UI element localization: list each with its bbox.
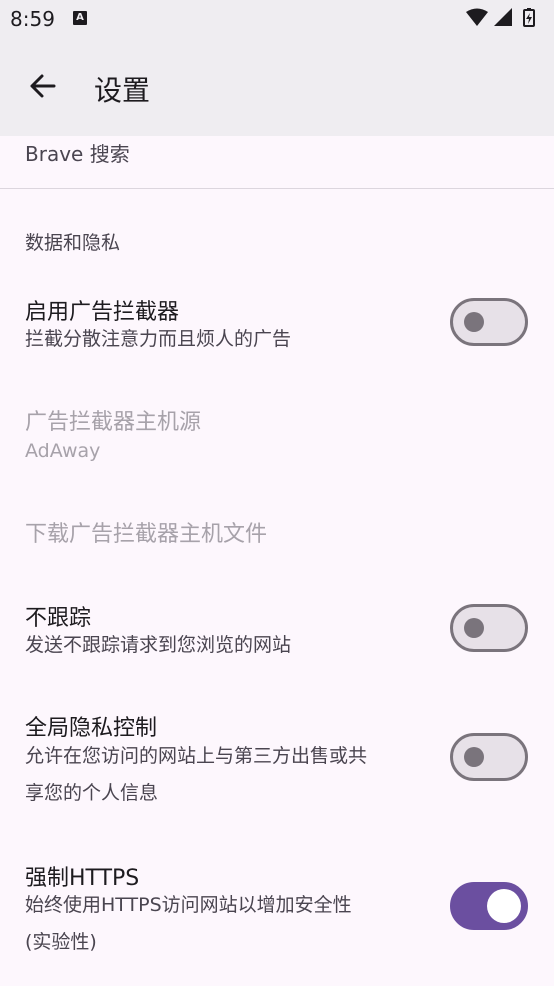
wifi-icon — [466, 8, 488, 26]
section-header-privacy: 数据和隐私 — [25, 232, 121, 254]
global-privacy-control-subtitle-line2: 享您的个人信息 — [25, 782, 159, 804]
ad-blocker-hosts-subtitle: AdAway — [25, 440, 101, 462]
force-https-subtitle-line2: (实验性) — [25, 931, 97, 953]
arrow-left-icon — [30, 74, 56, 98]
settings-list: Brave 搜索 数据和隐私 启用广告拦截器 拦截分散注意力而且烦人的广告 广告… — [0, 136, 554, 986]
toggle-knob — [464, 618, 484, 638]
do-not-track-toggle[interactable] — [450, 604, 528, 652]
battery-icon — [523, 8, 535, 27]
status-icons — [466, 8, 535, 27]
toggle-knob — [464, 312, 484, 332]
page-title: 设置 — [94, 74, 151, 107]
search-engine-item[interactable]: Brave 搜索 — [25, 138, 130, 167]
ad-blocker-hosts-title: 广告拦截器主机源 — [25, 410, 202, 435]
download-hosts-title: 下载广告拦截器主机文件 — [25, 522, 268, 547]
back-button[interactable] — [22, 66, 62, 106]
divider — [0, 188, 554, 189]
global-privacy-control-toggle[interactable] — [450, 733, 528, 781]
global-privacy-control-subtitle-line1: 允许在您访问的网站上与第三方出售或共 — [25, 745, 368, 767]
ad-blocker-subtitle: 拦截分散注意力而且烦人的广告 — [25, 328, 292, 350]
toggle-knob — [464, 747, 484, 767]
notification-a-icon: A — [73, 11, 87, 25]
ad-blocker-toggle[interactable] — [450, 298, 528, 346]
toggle-knob — [487, 889, 521, 923]
app-bar: 设置 — [0, 36, 554, 136]
status-time: 8:59 — [10, 7, 55, 31]
do-not-track-subtitle: 发送不跟踪请求到您浏览的网站 — [25, 634, 292, 656]
force-https-toggle[interactable] — [450, 882, 528, 930]
status-bar: 8:59 A — [0, 0, 554, 36]
force-https-subtitle-line1: 始终使用HTTPS访问网站以增加安全性 — [25, 894, 352, 916]
signal-icon — [494, 8, 512, 26]
global-privacy-control-title: 全局隐私控制 — [25, 716, 158, 741]
